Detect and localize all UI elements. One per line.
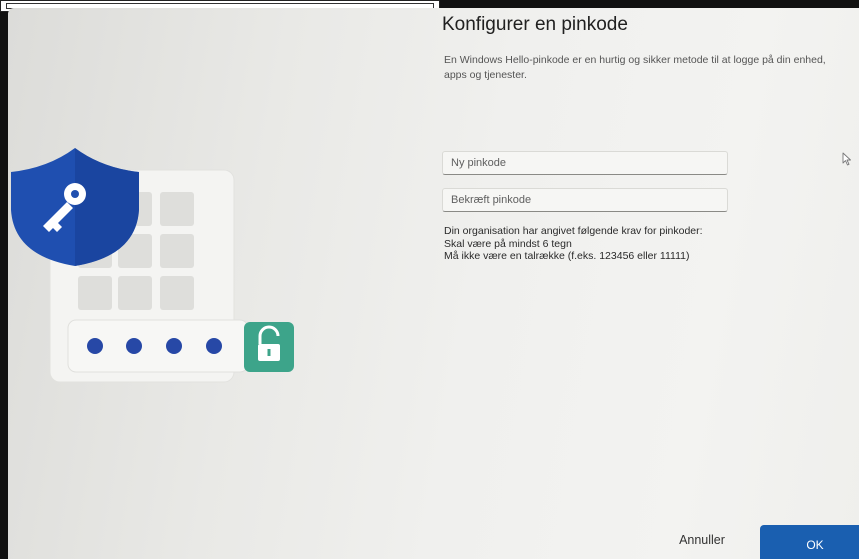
requirements-intro: Din organisation har angivet følgende kr… xyxy=(444,225,703,237)
page-title: Konfigurer en pinkode xyxy=(442,14,628,35)
ok-button[interactable]: OK xyxy=(760,525,859,559)
confirm-pin-field[interactable] xyxy=(442,188,728,212)
cancel-button[interactable]: Annuller xyxy=(658,524,746,556)
setup-screen: Konfigurer en pinkode En Windows Hello-p… xyxy=(8,8,859,559)
page-description: En Windows Hello-pinkode er en hurtig og… xyxy=(444,54,826,81)
pin-requirements: Din organisation har angivet følgende kr… xyxy=(444,225,724,263)
requirement-no-sequence: Må ikke være en talrække (f.eks. 123456 … xyxy=(444,250,690,262)
unlocked-padlock-icon xyxy=(244,322,294,372)
new-pin-field[interactable] xyxy=(442,151,728,175)
shield-key-icon xyxy=(11,148,139,266)
mouse-pointer-icon xyxy=(842,152,851,166)
pin-illustration xyxy=(11,148,294,383)
requirement-min-length: Skal være på mindst 6 tegn xyxy=(444,237,572,250)
